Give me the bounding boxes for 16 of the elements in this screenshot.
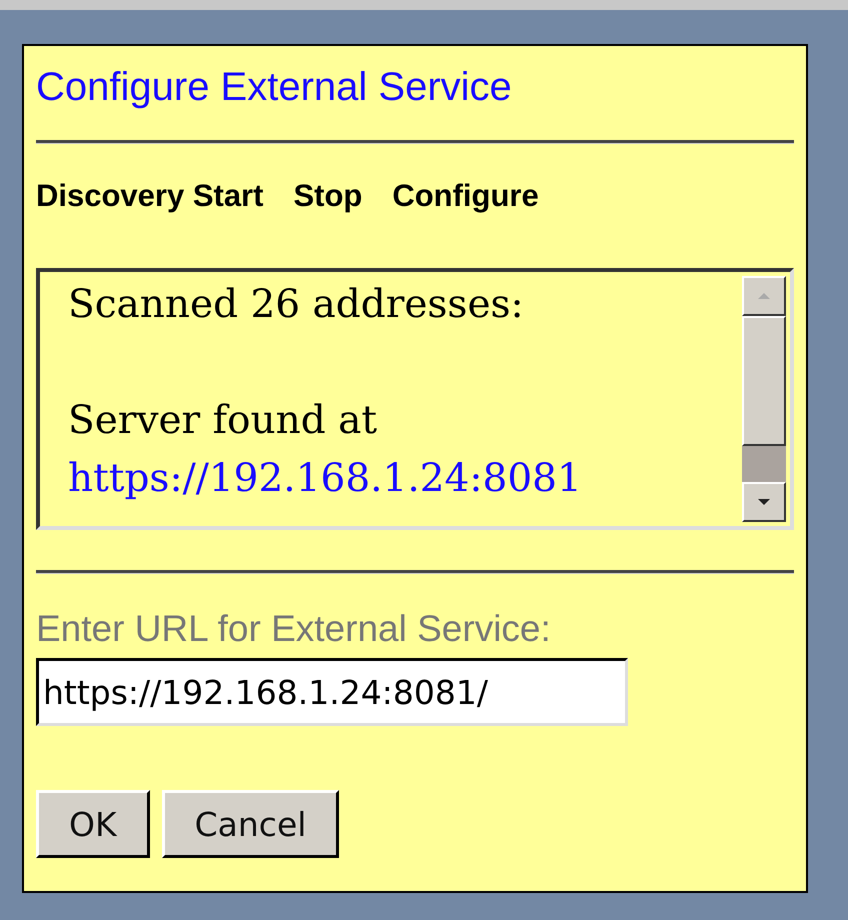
scroll-thumb[interactable] (742, 316, 786, 446)
toolbar-link[interactable]: Configure (392, 176, 539, 216)
scrollbar[interactable] (742, 276, 786, 522)
log-text: Scanned 26 addresses: (68, 281, 525, 329)
scroll-track[interactable] (742, 446, 786, 482)
log-text: Server found at (68, 397, 378, 445)
server-link[interactable]: https://192.168.1.24:8081 (68, 456, 582, 501)
dialog-button[interactable]: Cancel (162, 790, 340, 858)
toolbar-link[interactable]: Discovery Start (36, 176, 264, 216)
url-label: Enter URL for External Service: (36, 607, 552, 651)
scroll-down-icon[interactable] (742, 482, 786, 522)
dialog-title: Configure External Service (36, 64, 513, 111)
toolbar-link[interactable]: Stop (293, 176, 362, 216)
url-field[interactable]: https://192.168.1.24:8081/ (36, 658, 628, 726)
dialog-button[interactable]: OK (36, 790, 150, 858)
scroll-up-icon[interactable] (742, 276, 786, 316)
